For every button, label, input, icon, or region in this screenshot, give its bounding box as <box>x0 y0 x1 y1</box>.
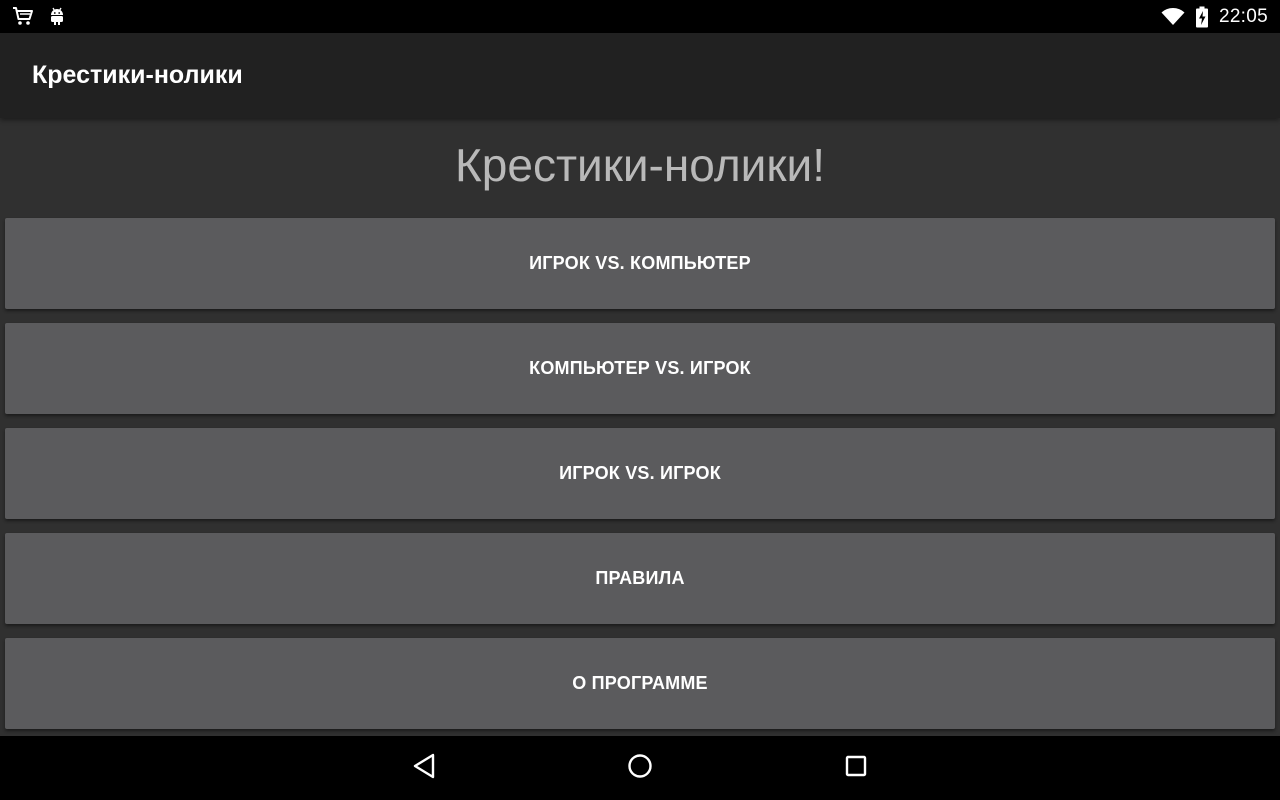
action-bar: Крестики-нолики <box>0 33 1280 118</box>
button-label: ИГРОК VS. ИГРОК <box>559 463 721 483</box>
home-icon <box>626 752 654 785</box>
about-button[interactable]: О ПРОГРАММЕ <box>5 638 1275 729</box>
button-label: КОМПЬЮТЕР VS. ИГРОК <box>529 358 751 378</box>
rules-button[interactable]: ПРАВИЛА <box>5 533 1275 624</box>
status-bar: 22:05 <box>0 0 1280 33</box>
app-screen: 22:05 Крестики-нолики Крестики-нолики! И… <box>0 0 1280 800</box>
button-label: ИГРОК VS. КОМПЬЮТЕР <box>529 253 751 273</box>
system-icons: 22:05 <box>1161 0 1268 33</box>
notification-icons <box>12 5 66 27</box>
android-debug-icon <box>48 6 66 26</box>
nav-back-button[interactable] <box>404 748 444 788</box>
app-title: Крестики-нолики <box>32 61 243 89</box>
button-label: ПРАВИЛА <box>595 568 685 588</box>
wifi-icon <box>1161 7 1185 26</box>
computer-vs-player-button[interactable]: КОМПЬЮТЕР VS. ИГРОК <box>5 323 1275 414</box>
status-clock: 22:05 <box>1218 5 1268 27</box>
nav-home-button[interactable] <box>620 748 660 788</box>
button-label: О ПРОГРАММЕ <box>572 673 708 693</box>
player-vs-player-button[interactable]: ИГРОК VS. ИГРОК <box>5 428 1275 519</box>
main-content: Крестики-нолики! ИГРОК VS. КОМПЬЮТЕР КОМ… <box>0 118 1280 736</box>
navigation-bar <box>0 736 1280 800</box>
page-heading: Крестики-нолики! <box>455 139 825 191</box>
shopping-cart-icon <box>12 6 34 26</box>
player-vs-computer-button[interactable]: ИГРОК VS. КОМПЬЮТЕР <box>5 218 1275 309</box>
recents-icon <box>843 753 869 784</box>
nav-recents-button[interactable] <box>836 748 876 788</box>
back-icon <box>411 752 437 785</box>
battery-charging-icon <box>1195 6 1209 28</box>
